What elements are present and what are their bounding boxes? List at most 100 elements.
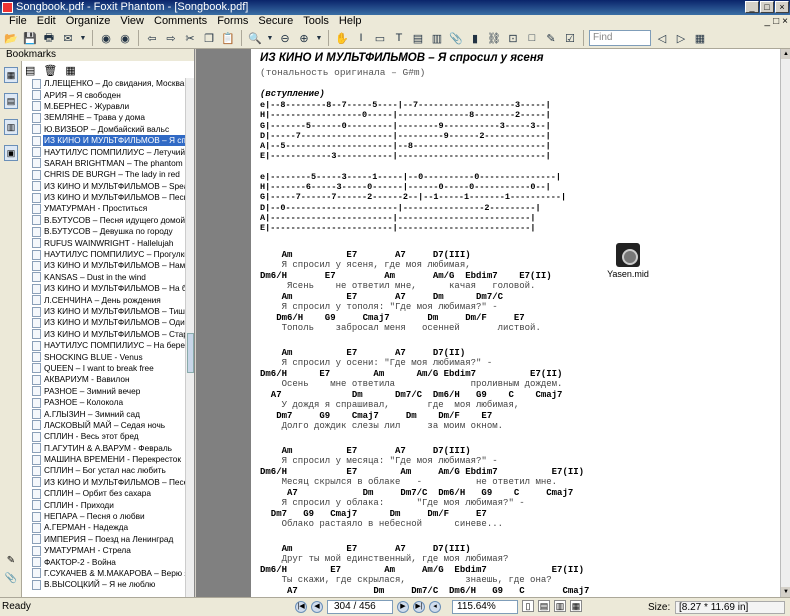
- bookmark-item[interactable]: АКВАРИУМ - Вавилон: [24, 374, 191, 385]
- menu-tools[interactable]: Tools: [298, 15, 334, 28]
- continuous-facing-icon[interactable]: ▦: [570, 600, 582, 612]
- bookmark-item[interactable]: ИЗ КИНО И МУЛЬТФИЛЬМОВ – Одинока: [24, 317, 191, 328]
- document-view[interactable]: ИЗ КИНО И МУЛЬТФИЛЬМОВ – Я спросил у ясе…: [196, 49, 780, 597]
- bookmarks-scrollbar[interactable]: [185, 78, 194, 597]
- doc-minimize-button[interactable]: _: [765, 15, 771, 28]
- bookmark-item[interactable]: НАУТИЛУС ПОМПИЛИУС – На берегу бе: [24, 340, 191, 351]
- bookmark-item[interactable]: П.АГУТИН & А.ВАРУМ - Февраль: [24, 443, 191, 454]
- previous-page-icon[interactable]: ◀: [311, 601, 323, 613]
- sign-icon[interactable]: ☑: [562, 30, 578, 46]
- bookmark-item[interactable]: В.БУТУСОВ – Песня идущего домой: [24, 215, 191, 226]
- open-icon[interactable]: 📂: [3, 30, 19, 46]
- attach-icon[interactable]: 📎: [448, 30, 464, 46]
- menu-forms[interactable]: Forms: [212, 15, 253, 28]
- bookmark-item[interactable]: SARAH BRIGHTMAN – The phantom of th: [24, 158, 191, 169]
- zoom-dropdown-icon[interactable]: ▼: [266, 30, 274, 46]
- bookmark-item[interactable]: SHOCKING BLUE - Venus: [24, 351, 191, 363]
- bookmark-item[interactable]: ЛАСКОВЫЙ МАЙ – Седая ночь: [24, 420, 191, 431]
- first-page-icon[interactable]: |◀: [295, 601, 307, 613]
- zoom-in-icon[interactable]: ⊕: [296, 30, 312, 46]
- bookmark-item[interactable]: ИЗ КИНО И МУЛЬТФИЛЬМОВ – На безым: [24, 283, 191, 294]
- bookmark-item[interactable]: ИМПЕРИЯ – Поезд на Ленинград: [24, 534, 191, 545]
- text-box-icon[interactable]: ▥: [429, 30, 445, 46]
- bookmark-item[interactable]: В.БУТУСОВ – Девушка по городу: [24, 226, 191, 237]
- cut-icon[interactable]: ✂: [182, 30, 198, 46]
- bookmark-item[interactable]: СПЛИН - Приходи: [24, 499, 191, 511]
- snapshot-icon[interactable]: ▭: [372, 30, 388, 46]
- paste-icon[interactable]: 📋: [220, 30, 236, 46]
- bookmark-item[interactable]: РАЗНОЕ – Зимний вечер: [24, 386, 191, 397]
- save-icon[interactable]: 💾: [22, 30, 38, 46]
- menu-file[interactable]: File: [4, 15, 32, 28]
- scroll-up-icon[interactable]: ▲: [781, 49, 790, 59]
- doc-close-button[interactable]: ×: [782, 15, 788, 28]
- typewriter-icon[interactable]: T: [391, 30, 407, 46]
- menu-edit[interactable]: Edit: [32, 15, 61, 28]
- bookmark-item[interactable]: ИЗ КИНО И МУЛЬТФИЛЬМОВ – Я спросил: [24, 135, 191, 147]
- stamp-icon[interactable]: ⊡: [505, 30, 521, 46]
- last-page-icon[interactable]: ▶|: [413, 601, 425, 613]
- copy-icon[interactable]: ❐: [201, 30, 217, 46]
- bookmark-item[interactable]: АРИЯ – Я свободен: [24, 89, 191, 101]
- next-page-icon[interactable]: ▶: [397, 601, 409, 613]
- select-text-icon[interactable]: I: [353, 30, 369, 46]
- midi-file-icon[interactable]: [616, 243, 640, 267]
- go-back-icon[interactable]: ◂: [429, 601, 441, 613]
- bookmark-item[interactable]: KANSAS – Dust in the wind: [24, 272, 191, 283]
- bookmark-item[interactable]: УМАТУРМАН - Проститься: [24, 203, 191, 214]
- redo-icon[interactable]: ⇨: [163, 30, 179, 46]
- bookmark-item[interactable]: ИЗ КИНО И МУЛЬТФИЛЬМОВ – Тишина з: [24, 306, 191, 317]
- attachments-panel-icon[interactable]: 📎: [4, 573, 18, 587]
- find-previous-icon[interactable]: ◁: [654, 30, 670, 46]
- close-button[interactable]: ×: [775, 1, 789, 13]
- bookmark-item[interactable]: QUEEN – I want to break free: [24, 363, 191, 374]
- bookmark-item[interactable]: СПЛИН - Весь этот бред: [24, 431, 191, 442]
- bookmark-item[interactable]: Л.ЛЕЩЕНКО – До свидания, Москва: [24, 78, 191, 89]
- find-input[interactable]: Find: [589, 30, 651, 46]
- bookmark-item[interactable]: Г.СУКАЧЕВ & М.МАКАРОВА – Верю я: [24, 568, 191, 579]
- maximize-button[interactable]: □: [760, 1, 774, 13]
- note-icon[interactable]: ▤: [410, 30, 426, 46]
- bookmark-item[interactable]: МАШИНА ВРЕМЕНИ - Перекресток: [24, 454, 191, 465]
- attachment[interactable]: Yasen.mid: [607, 243, 649, 279]
- forward-icon[interactable]: ◉: [117, 30, 133, 46]
- menu-secure[interactable]: Secure: [253, 15, 298, 28]
- bookmark-item[interactable]: ИЗ КИНО И МУЛЬТФИЛЬМОВ – Песенка: [24, 477, 191, 488]
- link-icon[interactable]: ⛓: [486, 30, 502, 46]
- bookmark-item[interactable]: ИЗ КИНО И МУЛЬТФИЛЬМОВ – Speak so: [24, 181, 191, 192]
- bookmark-item[interactable]: СПЛИН – Бог устал нас любить: [24, 465, 191, 476]
- hand-tool-icon[interactable]: ✋: [334, 30, 350, 46]
- expand-bookmark-icon[interactable]: ▤: [25, 64, 35, 77]
- continuous-page-icon[interactable]: ▤: [538, 600, 550, 612]
- minimize-button[interactable]: _: [745, 1, 759, 13]
- doc-restore-button[interactable]: □: [773, 15, 779, 28]
- bookmark-item[interactable]: Л.СЕНЧИНА – День рождения: [24, 294, 191, 306]
- menu-comments[interactable]: Comments: [149, 15, 212, 28]
- document-scrollbar[interactable]: ▲ ▼: [780, 49, 790, 597]
- attachments-tab-icon[interactable]: ▣: [4, 145, 18, 161]
- bookmark-item[interactable]: НАУТИЛУС ПОМПИЛИУС – Прогулки по в: [24, 249, 191, 260]
- zoom-icon[interactable]: 🔍: [247, 30, 263, 46]
- bookmark-item[interactable]: ЗЕМЛЯНЕ – Трава у дома: [24, 112, 191, 123]
- bookmark-item[interactable]: НАУТИЛУС ПОМПИЛИУС – Летучий фре: [24, 146, 191, 158]
- scroll-down-icon[interactable]: ▼: [781, 587, 790, 597]
- bookmark-item[interactable]: СПЛИН – Орбит без сахара: [24, 488, 191, 499]
- zoom-in-dropdown-icon[interactable]: ▼: [315, 30, 323, 46]
- bookmark-item[interactable]: Ю.ВИЗБОР – Домбайский вальс: [24, 124, 191, 135]
- bookmark-item[interactable]: А.ГЕРМАН - Надежда: [24, 522, 191, 533]
- new-bookmark-icon[interactable]: ▦: [65, 64, 75, 77]
- menu-organize[interactable]: Organize: [61, 15, 116, 28]
- menu-view[interactable]: View: [115, 15, 149, 28]
- bookmark-item[interactable]: CHRIS DE BURGH – The lady in red: [24, 169, 191, 180]
- bookmark-item[interactable]: М.БЕРНЕС - Журавли: [24, 101, 191, 112]
- menu-help[interactable]: Help: [334, 15, 367, 28]
- single-page-icon[interactable]: ▯: [522, 600, 534, 612]
- bookmark-item[interactable]: ИЗ КИНО И МУЛЬТФИЛЬМОВ – Нам нуж: [24, 260, 191, 271]
- undo-icon[interactable]: ⇦: [144, 30, 160, 46]
- pencil-icon[interactable]: ✎: [543, 30, 559, 46]
- bookmark-item[interactable]: В.ВЫСОЦКИЙ – Я не люблю: [24, 579, 191, 590]
- comments-tab-icon[interactable]: ✎: [4, 555, 18, 569]
- find-options-icon[interactable]: ▦: [692, 30, 708, 46]
- bookmarks-tab-icon[interactable]: ▤: [4, 93, 18, 109]
- back-icon[interactable]: ◉: [98, 30, 114, 46]
